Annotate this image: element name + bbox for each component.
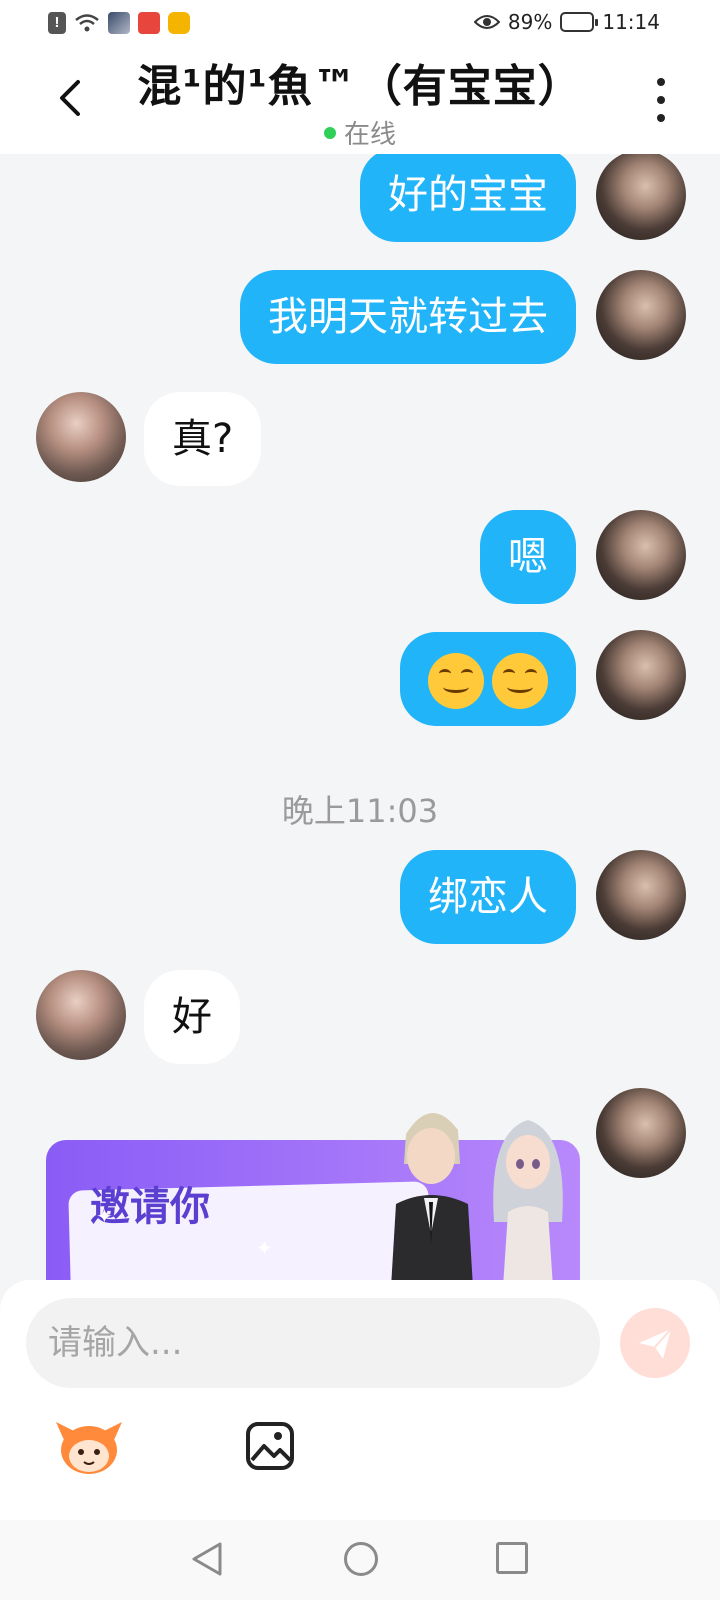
send-button[interactable] [620, 1308, 690, 1378]
female-avatar-character [493, 1120, 563, 1280]
message-composer [0, 1280, 720, 1520]
message-bubble-outgoing[interactable]: 我明天就转过去 [240, 270, 576, 364]
clock: 11:14 [602, 10, 660, 34]
system-nav-bar [0, 1520, 720, 1600]
nav-recents-icon[interactable] [496, 1542, 528, 1574]
avatar-self[interactable] [596, 630, 686, 720]
smiling-face-icon [428, 653, 484, 709]
rewards-app-icon [168, 12, 190, 34]
image-icon[interactable] [244, 1420, 296, 1472]
nav-home-icon[interactable] [344, 1542, 378, 1576]
avatar-self[interactable] [596, 1088, 686, 1178]
avatar-self[interactable] [596, 850, 686, 940]
presence-status: 在线 [0, 114, 720, 151]
sparkle-icon: ✦ [96, 1204, 113, 1228]
male-avatar-character [391, 1112, 473, 1280]
chat-header: 混¹的¹魚™（有宝宝） 在线 [0, 48, 720, 154]
smiling-face-icon [492, 653, 548, 709]
game-app-icon [108, 12, 130, 34]
message-bubble-incoming[interactable]: 真? [144, 392, 262, 486]
message-bubble-outgoing[interactable]: 好的宝宝 [360, 154, 576, 242]
more-vertical-icon[interactable] [654, 78, 668, 122]
eye-icon [473, 15, 500, 29]
alert-icon: ! [48, 12, 66, 34]
nav-back-icon[interactable] [190, 1540, 224, 1578]
online-dot [323, 126, 336, 139]
message-bubble-outgoing[interactable]: 嗯 [480, 510, 576, 604]
notification-icons: ! [48, 12, 190, 34]
mascot-sticker-icon[interactable] [54, 1418, 124, 1476]
avatar-self[interactable] [596, 154, 686, 240]
avatar-self[interactable] [596, 270, 686, 360]
avatar-self[interactable] [596, 510, 686, 600]
message-list[interactable]: 好的宝宝 我明天就转过去 真? 嗯 晚上11:03 绑恋人 好 邀请你 ✦ ✦ [0, 154, 720, 1280]
chat-title[interactable]: 混¹的¹魚™（有宝宝） [0, 50, 720, 114]
battery-percent: 89% [507, 10, 553, 34]
message-timestamp: 晚上11:03 [281, 792, 439, 830]
message-bubble-emoji[interactable] [400, 632, 576, 726]
avatar-contact[interactable] [36, 392, 126, 482]
message-input[interactable] [26, 1298, 600, 1388]
wifi-icon [75, 14, 99, 32]
video-app-icon [138, 12, 160, 34]
avatar-contact[interactable] [36, 970, 126, 1060]
send-icon [639, 1328, 672, 1359]
sparkle-icon: ✦ [256, 1236, 273, 1260]
status-bar: ! 89% 11:14 [0, 0, 720, 48]
battery-icon [560, 12, 599, 32]
message-bubble-incoming[interactable]: 好 [144, 970, 240, 1064]
presence-label: 在线 [343, 120, 396, 150]
message-bubble-outgoing[interactable]: 绑恋人 [400, 850, 576, 944]
status-right: 89% 11:14 [473, 10, 660, 34]
